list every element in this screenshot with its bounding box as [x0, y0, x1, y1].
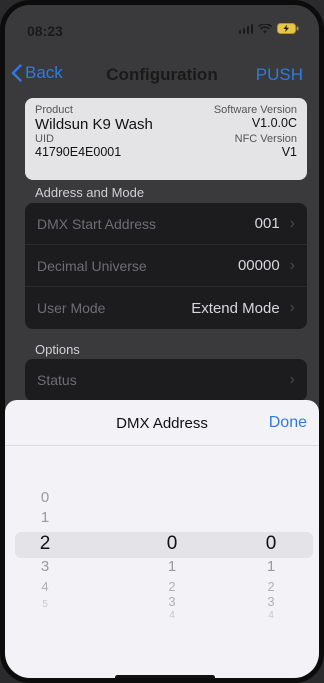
dmx-address-picker-sheet: DMX Address Done 0 1 2 3 4 5 0 1 2 3 4 0 [5, 400, 319, 678]
picker-option[interactable]: 4 [251, 610, 291, 621]
product-info-card: Product Software Version Wildsun K9 Wash… [25, 98, 307, 180]
dmx-start-address-row[interactable]: DMX Start Address 001 › [25, 203, 307, 245]
picker-column-tens[interactable]: 0 1 2 3 4 [152, 446, 192, 678]
picker-option[interactable]: 0 [25, 489, 65, 506]
done-button[interactable]: Done [269, 414, 307, 432]
phone-frame: 08:23 Back Configuration PUSH Product So… [0, 0, 324, 683]
nfc-version-value: V1 [281, 145, 297, 159]
picker-option[interactable]: 3 [251, 594, 291, 609]
chevron-right-icon: › [289, 214, 295, 232]
picker-option[interactable]: 1 [25, 509, 65, 526]
picker-option[interactable]: 4 [152, 610, 192, 621]
address-mode-group: DMX Start Address 001 › Decimal Universe… [25, 203, 307, 329]
picker-option[interactable]: 4 [25, 579, 65, 594]
status-time: 08:23 [27, 23, 63, 39]
user-mode-row[interactable]: User Mode Extend Mode › [25, 287, 307, 329]
picker-column-hundreds[interactable]: 0 1 2 3 4 5 [25, 446, 65, 678]
picker-option[interactable]: 2 [152, 579, 192, 594]
picker-option[interactable]: 1 [251, 558, 291, 575]
status-row[interactable]: Status › [25, 359, 307, 401]
decimal-universe-row[interactable]: Decimal Universe 00000 › [25, 245, 307, 287]
picker-option[interactable]: 5 [25, 599, 65, 610]
chevron-right-icon: › [289, 299, 295, 316]
uid-value: 41790E4E0001 [35, 145, 122, 159]
dmx-start-address-label: DMX Start Address [37, 215, 157, 232]
decimal-universe-value: 00000 [237, 257, 280, 274]
status-label: Status [37, 372, 77, 388]
picker-header: DMX Address Done [5, 400, 319, 446]
picker-option-selected[interactable]: 2 [25, 533, 65, 555]
chevron-right-icon: › [289, 371, 295, 388]
picker-option[interactable]: 3 [25, 558, 65, 575]
home-indicator [115, 675, 215, 678]
decimal-universe-label: Decimal Universe [37, 257, 147, 274]
dmx-start-address-value: 001 [254, 215, 280, 232]
software-version-value: V1.0.0C [251, 116, 297, 130]
digit-picker: 0 1 2 3 4 5 0 1 2 3 4 0 1 2 3 4 [5, 446, 319, 678]
address-mode-section-title: Address and Mode [35, 185, 145, 200]
options-group: Status › [25, 359, 307, 401]
picker-option[interactable]: 3 [152, 594, 192, 609]
chevron-right-icon: › [289, 256, 295, 274]
status-icons [238, 23, 300, 34]
uid-label: UID [35, 133, 54, 145]
product-name: Wildsun K9 Wash [35, 116, 153, 133]
product-label: Product [35, 104, 73, 116]
status-bar: 08:23 [5, 5, 319, 49]
user-mode-value: Extend Mode [191, 299, 280, 317]
picker-column-ones[interactable]: 0 1 2 3 4 [251, 446, 291, 678]
picker-option[interactable]: 2 [251, 579, 291, 594]
picker-option[interactable]: 1 [152, 558, 192, 575]
options-section-title: Options [35, 342, 80, 357]
cellular-signal-icon [238, 23, 253, 34]
software-version-label: Software Version [213, 104, 297, 116]
nfc-version-label: NFC Version [234, 133, 297, 145]
push-button[interactable]: PUSH [256, 65, 303, 85]
picker-option-selected[interactable]: 0 [152, 533, 192, 555]
navigation-bar: Back Configuration PUSH [5, 57, 319, 93]
picker-option-selected[interactable]: 0 [251, 533, 291, 555]
battery-charging-icon [277, 23, 299, 34]
user-mode-label: User Mode [37, 300, 106, 316]
wifi-icon [258, 23, 272, 34]
